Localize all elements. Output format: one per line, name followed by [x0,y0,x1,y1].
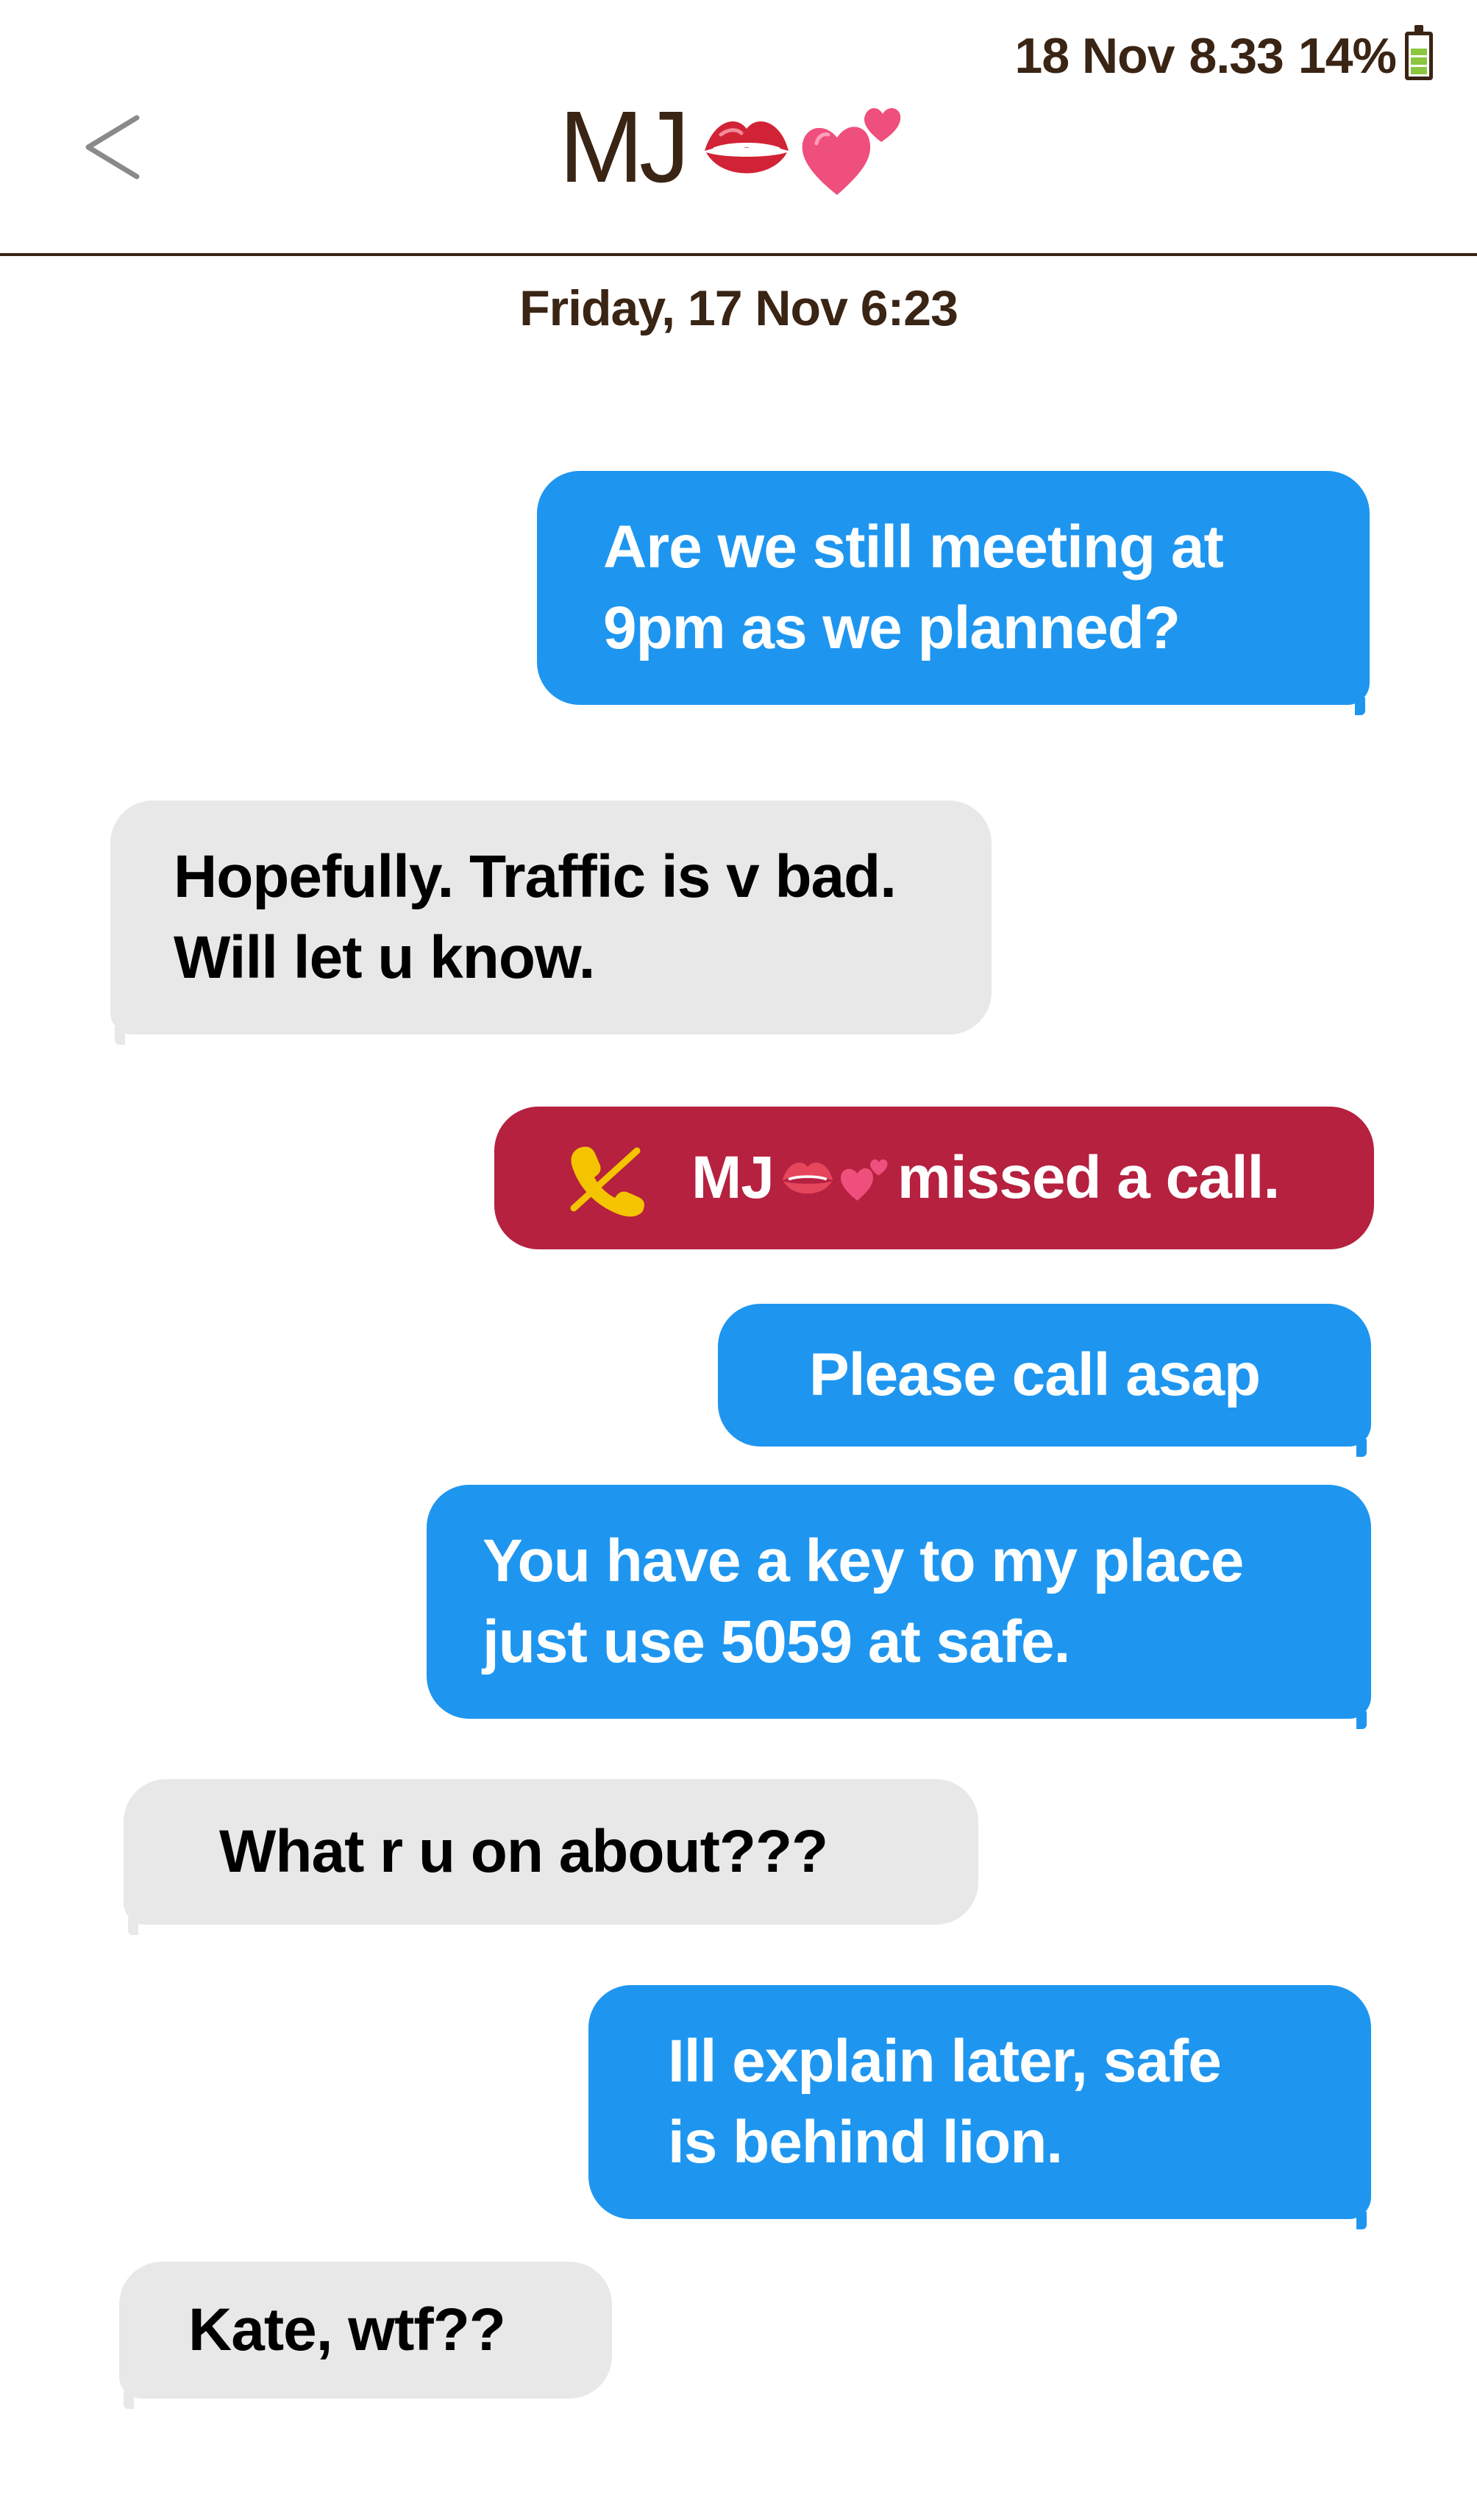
battery-icon [1405,25,1433,80]
status-bar: 18 Nov 8.33 14% [1015,21,1433,91]
kiss-mark-icon [782,1163,833,1194]
status-date: 18 Nov [1014,28,1175,84]
incoming-message[interactable]: Hopefully. Traffic is v bad. Will let u … [110,801,992,1045]
contact-name-text: MJ [559,90,690,204]
conversation-header: 18 Nov 8.33 14% MJ [0,0,1477,256]
missed-call-emojis [778,1151,893,1204]
conversation-date-stamp: Friday, 17 Nov 6:23 [519,280,958,336]
outgoing-message[interactable]: Please call asap [718,1304,1371,1457]
status-time: 8.33 [1189,28,1284,84]
outgoing-message[interactable]: You have a key to my place just use 5059… [427,1485,1371,1729]
message-text: Please call asap [809,1341,1261,1408]
missed-call-phone-icon [570,1146,644,1217]
missed-call-notice[interactable]: MJ missed a call. [494,1107,1374,1249]
incoming-message[interactable]: Kate, wtf?? [119,2262,612,2409]
message-text: You have a key to my place just use 5059… [483,1527,1244,1675]
contact-emojis [699,92,912,202]
back-chevron-icon[interactable] [79,110,146,184]
battery-percent: 14% [1298,28,1397,84]
message-text: What r u on about??? [219,1818,828,1885]
message-text: Hopefully. Traffic is v bad. Will let u … [174,843,897,991]
contact-name[interactable]: MJ [559,88,912,206]
two-hearts-icon [802,107,901,195]
message-text: Kate, wtf?? [188,2296,506,2363]
outgoing-message[interactable]: Are we still meeting at 9pm as we planne… [537,471,1370,715]
missed-call-text: missed a call. [897,1144,1280,1211]
missed-call-name: MJ [691,1144,775,1211]
message-text: Are we still meeting at 9pm as we planne… [603,514,1224,661]
kiss-mark-icon [704,121,789,174]
outgoing-message[interactable]: Ill explain later, safe is behind lion. [588,1985,1371,2229]
incoming-message[interactable]: What r u on about??? [124,1779,978,1935]
two-hearts-icon [840,1159,888,1201]
battery-level [1411,49,1427,74]
message-text: Ill explain later, safe is behind lion. [668,2028,1222,2176]
